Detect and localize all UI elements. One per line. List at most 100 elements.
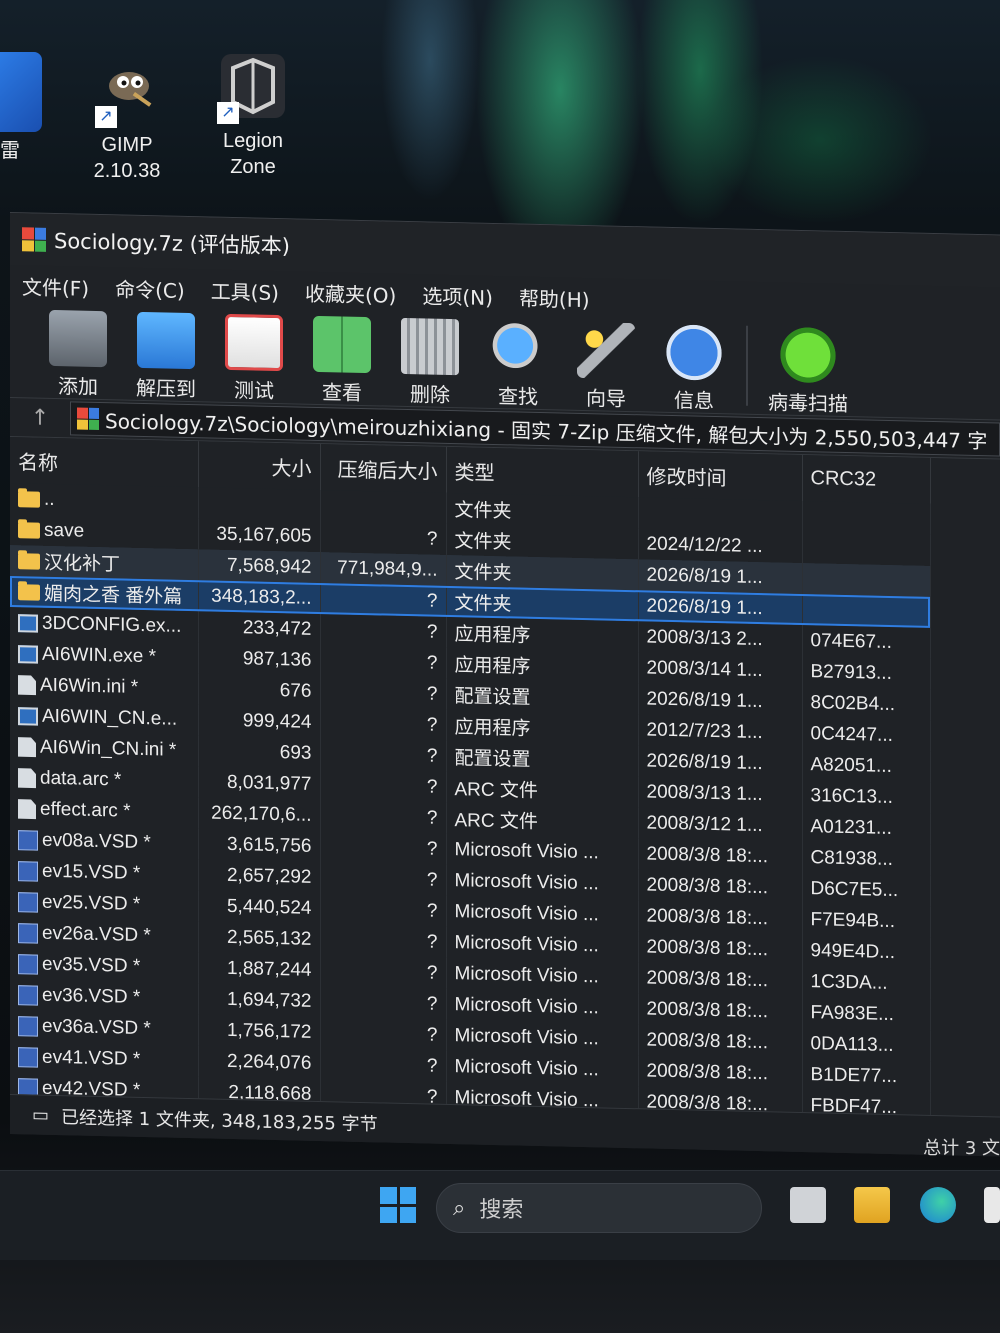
up-arrow-icon[interactable]: ↑ [22,405,58,431]
cell-packed: ? [320,645,446,679]
cell-name: ev08a.VSD * [10,824,198,860]
file-name: ev36.VSD * [42,984,141,1008]
menu-file[interactable]: 文件(F) [22,271,89,302]
cell-crc: 0DA113... [802,1027,930,1062]
cell-size: 676 [198,673,320,708]
desktop-icon-gimp[interactable]: ↗ GIMP 2.10.38 [72,62,182,184]
cell-modified: 2008/3/12 1... [638,807,802,842]
cell-type: Microsoft Visio ... [446,1019,638,1056]
cell-packed: ? [320,1048,446,1082]
cell-packed: ? [320,738,446,772]
visio-file-icon [18,984,38,1006]
menu-commands[interactable]: 命令(C) [115,273,185,304]
wizard-icon [577,321,635,380]
cell-packed: ? [320,862,446,896]
cell-type: 文件夹 [446,492,638,529]
cell-crc: A01231... [802,810,930,845]
file-icon [18,737,36,757]
virus-scan-button[interactable]: 病毒扫描 [756,326,860,417]
cell-size: 987,136 [198,642,320,677]
cell-modified: 2008/3/8 18:... [638,993,802,1028]
cell-name: AI6WIN_CN.e... [10,700,198,736]
cell-type: 文件夹 [446,554,638,591]
cell-crc: D6C7E5... [802,872,930,907]
cell-modified: 2026/8/19 1... [638,745,802,780]
cell-type: ARC 文件 [446,771,638,808]
cell-name: ev35.VSD * [10,948,198,984]
cell-crc [802,531,930,566]
cell-crc: A82051... [802,748,930,783]
cell-crc: 0C4247... [802,717,930,752]
executable-icon [18,706,38,726]
menu-tools[interactable]: 工具(S) [211,275,279,306]
cell-size: 2,565,132 [198,921,320,956]
file-name: 媚肉之香 番外篇 [44,583,183,608]
cell-type: Microsoft Visio ... [446,833,638,870]
cell-packed: ? [320,800,446,834]
file-name: AI6WIN_CN.e... [42,705,178,730]
menu-options[interactable]: 选项(N) [422,280,493,311]
shortcut-arrow-icon: ↗ [95,106,117,128]
cell-modified: 2008/3/8 18:... [638,962,802,997]
cell-type: 文件夹 [446,523,638,560]
toolbar-label: 病毒扫描 [768,390,848,417]
extract-button[interactable]: 解压到 [122,311,210,403]
windows-start-icon[interactable] [380,1187,416,1223]
menu-favorites[interactable]: 收藏夹(O) [305,277,396,308]
cell-modified: 2008/3/8 18:... [638,838,802,873]
column-header-size[interactable]: 大小 [198,441,320,491]
test-button[interactable]: 测试 [210,313,298,405]
task-view-icon[interactable] [790,1187,826,1223]
cell-packed: ? [320,583,446,617]
executable-icon [18,644,38,664]
folder-icon [18,521,40,539]
cell-packed: ? [320,893,446,927]
file-name: ev26a.VSD * [42,922,151,946]
menu-help[interactable]: 帮助(H) [519,282,590,313]
edge-browser-icon[interactable] [920,1187,956,1223]
cell-packed: 771,984,9... [320,552,446,586]
visio-file-icon [18,860,38,882]
archive-app-icon [22,227,46,252]
visio-file-icon [18,1015,38,1037]
cell-crc: B27913... [802,655,930,690]
add-icon [49,309,107,368]
find-button[interactable]: 查找 [474,319,562,411]
cell-name: ev15.VSD * [10,855,198,891]
cell-crc: 949E4D... [802,934,930,969]
cell-name: .. [10,483,198,519]
cell-modified: 2008/3/8 18:... [638,1055,802,1090]
folder-icon [18,583,40,601]
cell-size: 999,424 [198,704,320,739]
toolbar-label: 测试 [234,378,274,403]
desktop-icon-legion-zone[interactable]: ↗ Legion Zone [198,50,308,180]
file-explorer-icon[interactable] [854,1187,890,1223]
column-header-name[interactable]: 名称 [10,437,198,488]
view-button[interactable]: 查看 [298,315,386,407]
visio-file-icon [18,953,38,975]
wizard-button[interactable]: 向导 [562,321,650,413]
cell-type: 文件夹 [446,585,638,622]
thunder-app-icon[interactable] [0,52,42,132]
file-name: 汉化补丁 [44,552,121,576]
info-button[interactable]: 信息 [650,323,738,415]
taskbar-search[interactable]: ⌕ 搜索 [436,1183,762,1233]
store-icon[interactable] [984,1187,1000,1223]
cell-name: AI6Win_CN.ini * [10,731,198,767]
cell-type: Microsoft Visio ... [446,957,638,994]
cell-type: ARC 文件 [446,802,638,839]
column-header-crc[interactable]: CRC32 [802,454,930,504]
file-list: 名称 大小 压缩后大小 类型 修改时间 CRC32 .. 文件夹 save 35,16… [10,437,931,1124]
cell-crc: 316C13... [802,779,930,814]
column-header-type[interactable]: 类型 [446,446,638,498]
archive-icon [77,407,99,431]
add-button[interactable]: 添加 [34,309,122,401]
cell-name: AI6WIN.exe * [10,638,198,674]
cell-packed: ? [320,676,446,710]
cell-name: ev36.VSD * [10,979,198,1015]
column-header-packed[interactable]: 压缩后大小 [320,444,446,493]
cell-packed: ? [320,707,446,741]
column-header-modified[interactable]: 修改时间 [638,451,802,501]
delete-button[interactable]: 删除 [386,317,474,409]
toolbar-label: 添加 [58,374,98,399]
